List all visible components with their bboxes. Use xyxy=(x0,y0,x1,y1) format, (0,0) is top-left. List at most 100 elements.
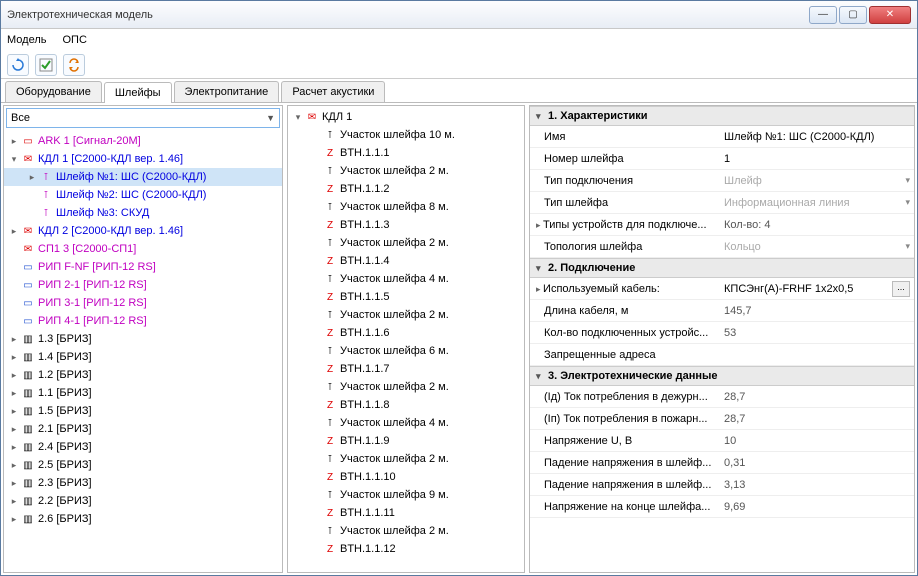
expand-icon[interactable]: ▸ xyxy=(8,478,20,489)
tree-row[interactable]: ⊺Участок шлейфа 2 м. xyxy=(288,450,524,468)
expand-icon[interactable]: ▾ xyxy=(292,112,304,123)
titlebar: Электротехническая модель — ▢ ✕ xyxy=(1,1,917,29)
tree-row[interactable]: ▸▥2.5 [БРИЗ] xyxy=(4,456,282,474)
expand-icon[interactable]: ▸ xyxy=(8,406,20,417)
check-icon[interactable] xyxy=(35,54,57,76)
tree-row[interactable]: ⊺Участок шлейфа 2 м. xyxy=(288,234,524,252)
tree-row[interactable]: ▾✉КДЛ 1 xyxy=(288,108,524,126)
tree-row[interactable]: ⊺Участок шлейфа 4 м. xyxy=(288,414,524,432)
tree-row[interactable]: ZBTH.1.1.6 xyxy=(288,324,524,342)
expand-icon[interactable]: ▸ xyxy=(8,388,20,399)
tree-row[interactable]: ⊺Участок шлейфа 10 м. xyxy=(288,126,524,144)
expand-icon[interactable]: ▸ xyxy=(8,226,20,237)
expand-icon[interactable]: ▸ xyxy=(8,334,20,345)
tab-0[interactable]: Оборудование xyxy=(5,81,102,102)
tree-row[interactable]: ZBTH.1.1.3 xyxy=(288,216,524,234)
minimize-button[interactable]: — xyxy=(809,6,837,24)
tree-row[interactable]: ZBTH.1.1.5 xyxy=(288,288,524,306)
node-icon: ⊺ xyxy=(38,172,54,183)
prop-section-header[interactable]: ▾3. Электротехнические данные xyxy=(530,366,914,386)
collapse-icon: ▾ xyxy=(536,371,548,382)
expand-icon[interactable]: ▸ xyxy=(8,136,20,147)
property-panel: ▾1. ХарактеристикиИмяШлейф №1: ШС (С2000… xyxy=(529,105,915,573)
prop-section-header[interactable]: ▾1. Характеристики xyxy=(530,106,914,126)
tree-row[interactable]: ZBTH.1.1.9 xyxy=(288,432,524,450)
tree-row[interactable]: ▸▥1.1 [БРИЗ] xyxy=(4,384,282,402)
tree-row[interactable]: ▸✉КДЛ 2 [С2000-КДЛ вер. 1.46] xyxy=(4,222,282,240)
tree-row[interactable]: ZBTH.1.1.1 xyxy=(288,144,524,162)
menu-model[interactable]: Модель xyxy=(7,34,46,46)
tree-row[interactable]: ⊺Участок шлейфа 9 м. xyxy=(288,486,524,504)
prop-value-text: 9,69 xyxy=(724,501,910,513)
tree-row[interactable]: ▭РИП F-NF [РИП-12 RS] xyxy=(4,258,282,276)
expand-icon[interactable]: ▸ xyxy=(26,172,38,183)
expand-icon[interactable]: ▸ xyxy=(8,460,20,471)
expand-icon[interactable]: ▸ xyxy=(8,496,20,507)
tree-row[interactable]: ⊺Участок шлейфа 6 м. xyxy=(288,342,524,360)
tree-row[interactable]: ▸▭ARK 1 [Сигнал-20М] xyxy=(4,132,282,150)
tab-1[interactable]: Шлейфы xyxy=(104,82,172,103)
prop-key: ▸ Используемый кабель: xyxy=(530,283,720,295)
expand-icon[interactable]: ▸ xyxy=(8,442,20,453)
tree-row[interactable]: ZBTH.1.1.4 xyxy=(288,252,524,270)
expand-icon[interactable]: ▸ xyxy=(8,352,20,363)
close-button[interactable]: ✕ xyxy=(869,6,911,24)
tree-row[interactable]: ▾✉КДЛ 1 [С2000-КДЛ вер. 1.46] xyxy=(4,150,282,168)
tree-row[interactable]: ▸▥1.5 [БРИЗ] xyxy=(4,402,282,420)
tree-row[interactable]: ▸▥2.3 [БРИЗ] xyxy=(4,474,282,492)
mid-panel: ▾✉КДЛ 1⊺Участок шлейфа 10 м.ZBTH.1.1.1⊺У… xyxy=(287,105,525,573)
tree-row[interactable]: ▸▥2.6 [БРИЗ] xyxy=(4,510,282,528)
tree-row[interactable]: ▸▥1.4 [БРИЗ] xyxy=(4,348,282,366)
sync-icon[interactable] xyxy=(63,54,85,76)
tree-row[interactable]: ⊺Участок шлейфа 4 м. xyxy=(288,270,524,288)
node-label: BTH.1.1.4 xyxy=(340,255,390,267)
tree-row[interactable]: ⊺Участок шлейфа 8 м. xyxy=(288,198,524,216)
filter-dropdown[interactable]: Все ▼ xyxy=(6,108,280,128)
section-title: 2. Подключение xyxy=(548,262,635,274)
expand-icon[interactable]: ▸ xyxy=(8,424,20,435)
tree-row[interactable]: ▭РИП 4-1 [РИП-12 RS] xyxy=(4,312,282,330)
tab-3[interactable]: Расчет акустики xyxy=(281,81,385,102)
refresh-icon[interactable] xyxy=(7,54,29,76)
tree-row[interactable]: ▸▥2.4 [БРИЗ] xyxy=(4,438,282,456)
prop-value[interactable]: Шлейф №1: ШС (С2000-КДЛ) xyxy=(720,131,914,143)
node-label: Участок шлейфа 9 м. xyxy=(340,489,449,501)
tree-row[interactable]: ZBTH.1.1.10 xyxy=(288,468,524,486)
node-label: Участок шлейфа 4 м. xyxy=(340,273,449,285)
tree-row[interactable]: ⊺Участок шлейфа 2 м. xyxy=(288,522,524,540)
tree-row[interactable]: ⊺Шлейф №3: СКУД xyxy=(4,204,282,222)
prop-row: Напряжение на конце шлейфа...9,69 xyxy=(530,496,914,518)
prop-value[interactable]: 1 xyxy=(720,153,914,165)
menu-ops[interactable]: ОПС xyxy=(62,34,86,46)
menubar: Модель ОПС xyxy=(1,29,917,51)
prop-section-header[interactable]: ▾2. Подключение xyxy=(530,258,914,278)
tabs: ОборудованиеШлейфыЭлектропитаниеРасчет а… xyxy=(1,79,917,103)
prop-value-text: Шлейф №1: ШС (С2000-КДЛ) xyxy=(724,131,910,143)
tree-row[interactable]: ✉СП1 3 [С2000-СП1] xyxy=(4,240,282,258)
expand-icon[interactable]: ▾ xyxy=(8,154,20,165)
tree-row[interactable]: ZBTH.1.1.8 xyxy=(288,396,524,414)
tree-row[interactable]: ▸▥1.2 [БРИЗ] xyxy=(4,366,282,384)
tree-row[interactable]: ZBTH.1.1.7 xyxy=(288,360,524,378)
tree-row[interactable]: ▸▥2.1 [БРИЗ] xyxy=(4,420,282,438)
tree-row[interactable]: ▭РИП 3-1 [РИП-12 RS] xyxy=(4,294,282,312)
tab-2[interactable]: Электропитание xyxy=(174,81,280,102)
tree-row[interactable]: ⊺Участок шлейфа 2 м. xyxy=(288,162,524,180)
tree-row[interactable]: ZBTH.1.1.12 xyxy=(288,540,524,558)
maximize-button[interactable]: ▢ xyxy=(839,6,867,24)
tree-row[interactable]: ⊺Участок шлейфа 2 м. xyxy=(288,306,524,324)
tree-row[interactable]: ⊺Шлейф №2: ШС (С2000-КДЛ) xyxy=(4,186,282,204)
prop-value[interactable]: КПСЭнг(А)-FRHF 1x2x0,5... xyxy=(720,281,914,297)
tree-row[interactable]: ZBTH.1.1.11 xyxy=(288,504,524,522)
browse-button[interactable]: ... xyxy=(892,281,910,297)
tree-row[interactable]: ▭РИП 2-1 [РИП-12 RS] xyxy=(4,276,282,294)
node-label: КДЛ 1 xyxy=(322,111,352,123)
expand-icon[interactable]: ▸ xyxy=(8,370,20,381)
tree-row[interactable]: ⊺Участок шлейфа 2 м. xyxy=(288,378,524,396)
tree-row[interactable]: ▸▥2.2 [БРИЗ] xyxy=(4,492,282,510)
tree-row[interactable]: ▸⊺Шлейф №1: ШС (С2000-КДЛ) xyxy=(4,168,282,186)
expand-icon[interactable]: ▸ xyxy=(8,514,20,525)
tree-row[interactable]: ▸▥1.3 [БРИЗ] xyxy=(4,330,282,348)
tree-row[interactable]: ZBTH.1.1.2 xyxy=(288,180,524,198)
node-icon: Z xyxy=(322,256,338,267)
